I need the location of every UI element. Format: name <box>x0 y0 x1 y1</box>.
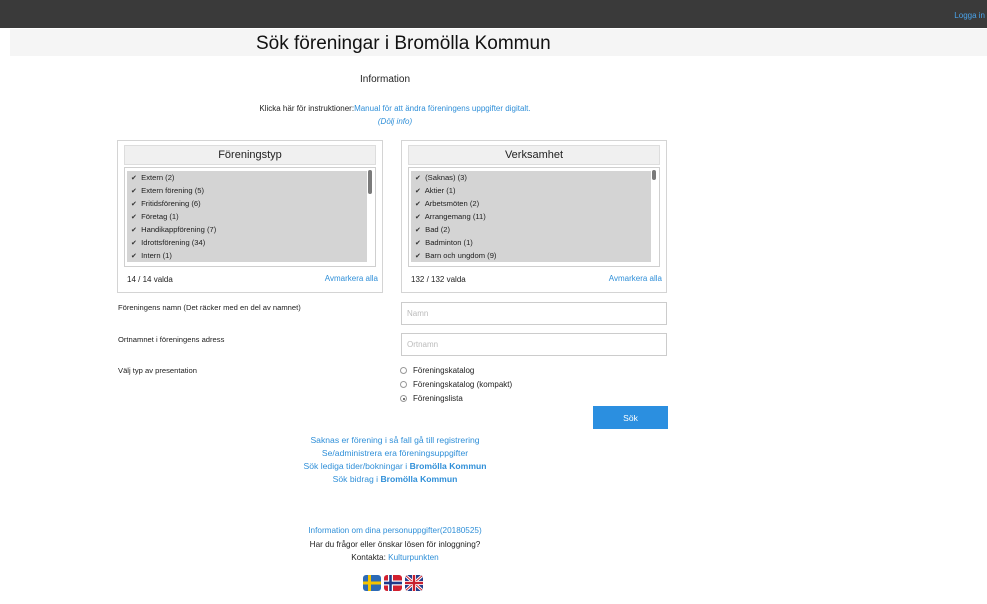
list-item[interactable]: ✔ Aktier (1) <box>411 184 651 197</box>
grants-line: Sök bidrag i Bromölla Kommun <box>0 474 790 484</box>
search-button[interactable]: Sök <box>593 406 668 429</box>
list-item[interactable]: ✔ Fritidsförening (6) <box>127 197 367 210</box>
list-item[interactable]: ✔ Badminton (1) <box>411 236 651 249</box>
foreningstyp-count: 14 / 14 valda <box>127 275 173 284</box>
verksamhet-panel: Verksamhet ✔ (Saknas) (3) ✔ Aktier (1) ✔… <box>401 140 667 293</box>
question-text: Har du frågor eller önskar lösen för inl… <box>309 540 481 549</box>
radio-foreningskatalog[interactable]: Föreningskatalog <box>400 366 474 375</box>
check-icon: ✔ <box>131 253 137 260</box>
check-icon: ✔ <box>415 253 421 260</box>
foreningstyp-unmark-all-link[interactable]: Avmarkera alla <box>325 274 378 283</box>
page-title: Sök föreningar i Bromölla Kommun <box>256 33 551 54</box>
admin-line: Se/administrera era föreningsuppgifter <box>0 448 790 458</box>
name-field-label: Föreningens namn (Det räcker med en del … <box>118 303 301 312</box>
privacy-line: Information om dina personuppgifter(2018… <box>0 526 790 535</box>
register-link[interactable]: Saknas er förening i så fall gå till reg… <box>310 435 479 445</box>
hide-info-line: (Dölj info) <box>0 117 790 126</box>
list-item[interactable]: ✔ Barn och ungdom (9) <box>411 249 651 262</box>
title-bar: Sök föreningar i Bromölla Kommun <box>10 29 987 56</box>
list-item[interactable]: ✔ Företag (1) <box>127 210 367 223</box>
list-item[interactable]: ✔ Arbetsmöten (2) <box>411 197 651 210</box>
contact-link[interactable]: Kulturpunkten <box>388 553 439 562</box>
norwegian-flag-icon[interactable] <box>384 575 402 591</box>
presentation-label: Välj typ av presentation <box>118 366 197 375</box>
admin-link[interactable]: Se/administrera era föreningsuppgifter <box>322 448 468 458</box>
foreningstyp-panel: Föreningstyp ✔ Extern (2) ✔ Extern fören… <box>117 140 383 293</box>
list-item[interactable]: ✔ Handikappförening (7) <box>127 223 367 236</box>
top-bar: Logga in <box>0 0 987 28</box>
uk-flag-icon[interactable] <box>405 575 423 591</box>
city-field-label: Ortnamnet i föreningens adress <box>118 335 225 344</box>
foreningstyp-scrollbar[interactable] <box>367 170 373 264</box>
city-input[interactable] <box>401 333 667 356</box>
booking-line: Sök lediga tider/bokningar i Bromölla Ko… <box>0 461 790 471</box>
booking-link[interactable]: Sök lediga tider/bokningar i Bromölla Ko… <box>304 461 487 471</box>
instructions-prefix: Klicka här för instruktioner: <box>259 104 355 113</box>
scrollbar-thumb[interactable] <box>368 170 372 194</box>
info-heading: Information <box>359 74 411 85</box>
contact-line: Kontakta: Kulturpunkten <box>351 553 439 562</box>
verksamhet-scrollbar[interactable] <box>651 170 657 264</box>
list-item[interactable]: ✔ Intern (1) <box>127 249 367 262</box>
foreningstyp-list[interactable]: ✔ Extern (2) ✔ Extern förening (5) ✔ Fri… <box>124 167 376 267</box>
list-item[interactable]: ✔ Extern förening (5) <box>127 184 367 197</box>
foreningstyp-title: Föreningstyp <box>124 145 376 165</box>
instructions-line: Klicka här för instruktioner:Manual för … <box>0 104 790 113</box>
radio-foreningslista[interactable]: Föreningslista <box>400 394 463 403</box>
verksamhet-unmark-all-link[interactable]: Avmarkera alla <box>609 274 662 283</box>
login-link[interactable]: Logga in <box>954 11 985 20</box>
list-item[interactable]: ✔ (Saknas) (3) <box>411 171 651 184</box>
scrollbar-thumb[interactable] <box>652 170 656 180</box>
radio-selected-icon <box>400 395 407 402</box>
radio-circle-icon <box>400 367 407 374</box>
list-item[interactable]: ✔ Idrottsförening (34) <box>127 236 367 249</box>
list-item[interactable]: ✔ Arrangemang (11) <box>411 210 651 223</box>
hide-info-link[interactable]: (Dölj info) <box>378 117 412 126</box>
radio-circle-icon <box>400 381 407 388</box>
swedish-flag-icon[interactable] <box>363 575 381 591</box>
verksamhet-title: Verksamhet <box>408 145 660 165</box>
privacy-link[interactable]: Information om dina personuppgifter(2018… <box>308 526 481 535</box>
list-item[interactable]: ✔ Bad (2) <box>411 223 651 236</box>
verksamhet-count: 132 / 132 valda <box>411 275 466 284</box>
name-input[interactable] <box>401 302 667 325</box>
manual-link[interactable]: Manual för att ändra föreningens uppgift… <box>354 104 531 113</box>
grants-link[interactable]: Sök bidrag i Bromölla Kommun <box>333 474 458 484</box>
radio-foreningskatalog-kompakt[interactable]: Föreningskatalog (kompakt) <box>400 380 512 389</box>
list-item[interactable]: ✔ Extern (2) <box>127 171 367 184</box>
verksamhet-list[interactable]: ✔ (Saknas) (3) ✔ Aktier (1) ✔ Arbetsmöte… <box>408 167 660 267</box>
register-line: Saknas er förening i så fall gå till reg… <box>0 435 790 445</box>
